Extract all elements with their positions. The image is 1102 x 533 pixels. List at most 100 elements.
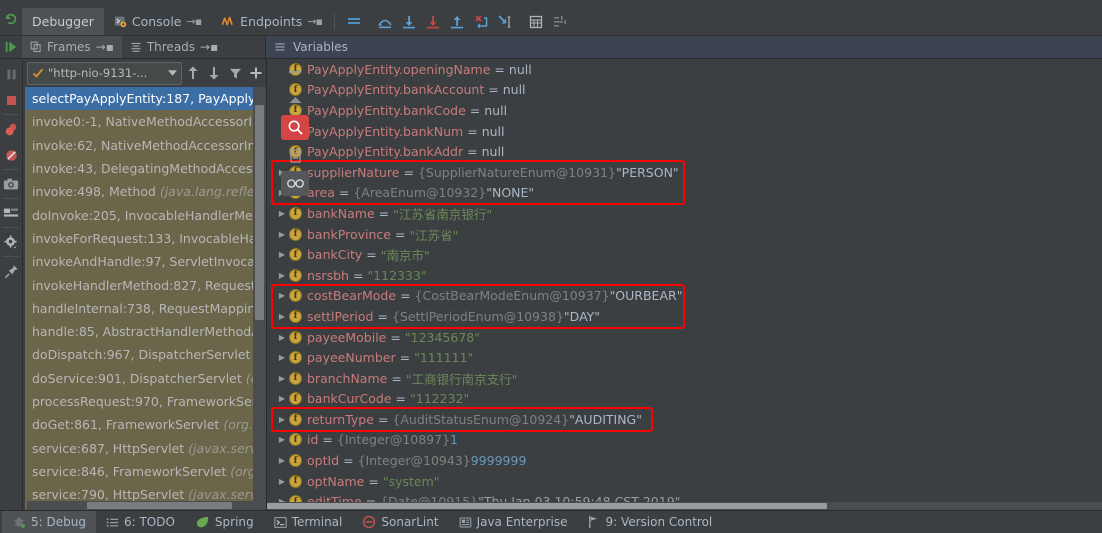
status-item-debug[interactable]: 5: Debug xyxy=(2,511,96,533)
tab-endpoints-pin-icon[interactable]: →▪ xyxy=(307,15,323,28)
status-item-spring[interactable]: Spring xyxy=(185,511,264,533)
add-button[interactable] xyxy=(247,63,266,84)
expand-triangle-icon[interactable]: ▶ xyxy=(275,271,289,280)
collapse-button[interactable] xyxy=(281,59,309,84)
copy-stack-button[interactable] xyxy=(281,143,309,168)
layout-settings-icon[interactable] xyxy=(343,11,365,33)
variable-row[interactable]: ▶ f payeeNumber = "111111" xyxy=(267,347,1102,368)
stop-program-icon[interactable] xyxy=(0,87,22,113)
expand-triangle-icon[interactable]: ▶ xyxy=(275,230,289,239)
variable-row[interactable]: ▶fsupplierNature={SupplierNatureEnum@109… xyxy=(267,162,1102,183)
scroll-up-button[interactable] xyxy=(281,87,309,112)
frames-vscrollbar[interactable] xyxy=(253,87,266,510)
variable-row[interactable]: ▶ f id = {Integer@10897} 1 xyxy=(267,430,1102,451)
pin-icon[interactable] xyxy=(0,258,22,284)
search-button[interactable] xyxy=(281,115,309,140)
frame-row[interactable]: doGet:861, FrameworkServlet(org.spri xyxy=(25,413,266,436)
frame-row[interactable]: invoke:43, DelegatingMethodAccesso xyxy=(25,157,266,180)
status-item-sonarlint[interactable]: SonarLint xyxy=(352,511,448,533)
frame-row[interactable]: handle:85, AbstractHandlerMethodAda xyxy=(25,320,266,343)
view-breakpoints-icon[interactable] xyxy=(0,116,22,142)
status-item-version-control[interactable]: 9: Version Control xyxy=(577,511,722,533)
tab-console[interactable]: Console →▪ xyxy=(104,8,211,35)
expand-triangle-icon[interactable]: ▶ xyxy=(275,394,289,403)
expand-triangle-icon[interactable]: ▶ xyxy=(275,435,289,444)
variable-row[interactable]: ▶fPayApplyEntity.bankAccount=null xyxy=(267,80,1102,101)
gear-icon[interactable] xyxy=(0,229,22,255)
drop-frame-icon[interactable] xyxy=(470,11,492,33)
frame-row[interactable]: service:846, FrameworkServlet(org.spri xyxy=(25,460,266,483)
frame-row[interactable]: invoke0:-1, NativeMethodAccessorImp xyxy=(25,110,266,133)
variable-row[interactable]: ▶ f payeeMobile = "12345678" xyxy=(267,327,1102,348)
call-stack-list[interactable]: selectPayApplyEntity:187, PayApplyCon inv… xyxy=(25,87,266,510)
evaluate-expression-icon[interactable] xyxy=(525,11,547,33)
run-to-cursor-icon[interactable] xyxy=(494,11,516,33)
expand-triangle-icon[interactable]: ▶ xyxy=(275,250,289,259)
variable-row[interactable]: ▶ f optName = "system" xyxy=(267,471,1102,492)
status-item-todo[interactable]: 6: TODO xyxy=(96,511,185,533)
variable-row[interactable]: ▶ f bankName = "江苏省南京银行" xyxy=(267,203,1102,224)
expand-triangle-icon[interactable]: ▶ xyxy=(275,456,289,465)
frames-hscrollbar[interactable] xyxy=(27,501,253,510)
camera-snapshot-icon[interactable] xyxy=(0,171,22,197)
thread-selector[interactable]: "http-nio-9131-... xyxy=(27,61,182,85)
variable-row[interactable]: ▶fPayApplyEntity.bankCode=null xyxy=(267,100,1102,121)
variable-row[interactable]: ▶fPayApplyEntity.openingName=null xyxy=(267,59,1102,80)
frame-row[interactable]: service:687, HttpServlet(javax.servlet.h xyxy=(25,436,266,459)
frame-row[interactable]: doDispatch:967, DispatcherServlet(org xyxy=(25,343,266,366)
expand-triangle-icon[interactable]: ▶ xyxy=(275,312,289,321)
variable-row[interactable]: ▶ f bankCity = "南京市" xyxy=(267,244,1102,265)
tab-endpoints[interactable]: Endpoints →▪ xyxy=(211,8,332,35)
step-over-icon[interactable] xyxy=(374,11,396,33)
force-step-into-icon[interactable] xyxy=(422,11,444,33)
frame-row[interactable]: invokeForRequest:133, InvocableHandl xyxy=(25,227,266,250)
variable-row[interactable]: ▶ f nsrsbh = "112333" xyxy=(267,265,1102,286)
chevron-down-icon[interactable] xyxy=(167,70,177,76)
rerun-icon[interactable] xyxy=(4,12,18,26)
variable-row[interactable]: ▶ f optId = {Integer@10943} 9999999 xyxy=(267,450,1102,471)
frame-row[interactable]: invokeAndHandle:97, ServletInvocableH xyxy=(25,250,266,273)
frame-row[interactable]: invokeHandlerMethod:827, RequestMa xyxy=(25,273,266,296)
variable-row[interactable]: ▶ f costBearMode = {CostBearModeEnum@10937} … xyxy=(267,286,1102,307)
expand-triangle-icon[interactable]: ▶ xyxy=(275,333,289,342)
status-item-terminal[interactable]: Terminal xyxy=(264,511,353,533)
variable-row[interactable]: ▶fPayApplyEntity.bankNum=null xyxy=(267,121,1102,142)
expand-triangle-icon[interactable]: ▶ xyxy=(275,291,289,300)
step-into-icon[interactable] xyxy=(398,11,420,33)
variable-row[interactable]: ▶ f bankProvince = "江苏省" xyxy=(267,224,1102,245)
variables-panel[interactable]: ▶fPayApplyEntity.openingName=null▶fPayAp… xyxy=(267,59,1102,510)
frame-row[interactable]: invoke:62, NativeMethodAccessorImpl xyxy=(25,134,266,157)
expand-triangle-icon[interactable]: ▶ xyxy=(275,415,289,424)
subtab-frames[interactable]: Frames →▪ xyxy=(22,36,122,58)
tab-debugger[interactable]: Debugger xyxy=(22,8,104,35)
move-up-button[interactable] xyxy=(184,63,203,84)
expand-triangle-icon[interactable]: ▶ xyxy=(275,353,289,362)
resume-program-icon[interactable] xyxy=(4,40,18,54)
variable-row[interactable]: ▶ f branchName = "工商银行南京支行" xyxy=(267,368,1102,389)
frame-row[interactable]: doInvoke:205, InvocableHandlerMetho xyxy=(25,203,266,226)
tab-console-pin-icon[interactable]: →▪ xyxy=(187,15,203,28)
step-out-icon[interactable] xyxy=(446,11,468,33)
settings-list-icon[interactable] xyxy=(549,11,571,33)
threads-pin-icon[interactable]: →▪ xyxy=(200,40,218,54)
frames-pin-icon[interactable]: →▪ xyxy=(96,40,114,54)
variable-row[interactable]: ▶ f bankCurCode = "112232" xyxy=(267,389,1102,410)
mute-breakpoints-button[interactable] xyxy=(281,171,309,196)
frame-row[interactable]: handleInternal:738, RequestMappingHa xyxy=(25,297,266,320)
frame-row[interactable]: doService:901, DispatcherServlet(org.s xyxy=(25,367,266,390)
pause-program-icon[interactable] xyxy=(0,61,22,87)
restore-layout-icon[interactable] xyxy=(0,200,22,226)
filter-button[interactable] xyxy=(226,63,245,84)
variable-row[interactable]: ▶farea={AreaEnum@10932} "NONE" xyxy=(267,183,1102,204)
frame-row[interactable]: selectPayApplyEntity:187, PayApplyCon xyxy=(25,87,266,111)
variable-row[interactable]: ▶fPayApplyEntity.bankAddr=null xyxy=(267,141,1102,162)
expand-triangle-icon[interactable]: ▶ xyxy=(275,477,289,486)
status-item-java-enterprise[interactable]: Java Enterprise xyxy=(449,511,578,533)
variables-hscrollbar[interactable] xyxy=(267,502,1102,510)
frame-row[interactable]: processRequest:970, FrameworkServle xyxy=(25,390,266,413)
expand-triangle-icon[interactable]: ▶ xyxy=(275,209,289,218)
subtab-threads[interactable]: Threads →▪ xyxy=(122,36,226,58)
variable-row[interactable]: ▶ f settlPeriod = {SettlPeriodEnum@10938} "D… xyxy=(267,306,1102,327)
mute-breakpoints-icon[interactable] xyxy=(0,142,22,168)
frame-row[interactable]: invoke:498, Method (java.lang.reflect) xyxy=(25,180,266,203)
